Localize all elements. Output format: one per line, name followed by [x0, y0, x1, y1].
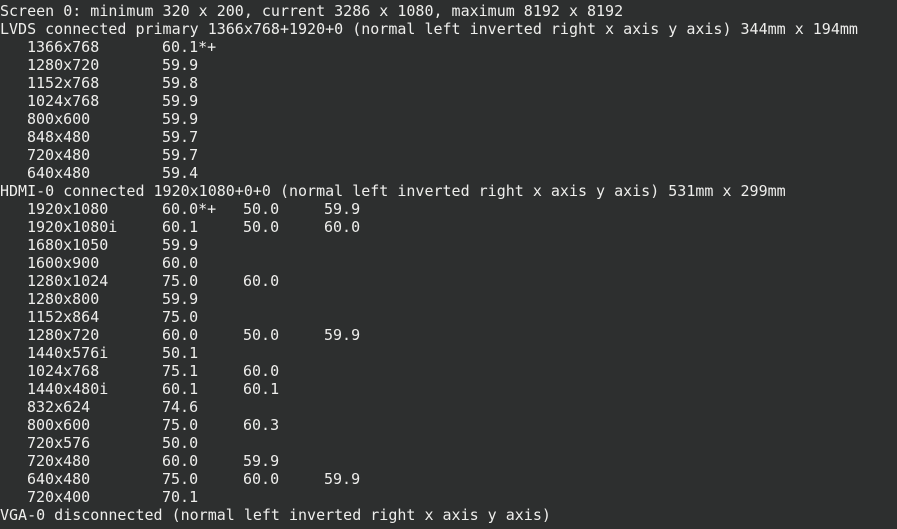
mode-refresh-rate: 60.0 — [162, 452, 199, 470]
mode-row: 1366x768 60.1*+ — [0, 38, 897, 56]
mode-resolution: 720x400 — [27, 488, 91, 506]
mode-refresh-rate: 60.0 — [324, 218, 361, 236]
mode-row: 800x600 75.0 60.3 — [0, 416, 897, 434]
mode-row: 720x480 59.7 — [0, 146, 897, 164]
mode-refresh-rate: 70.1 — [162, 488, 199, 506]
mode-refresh-rate: 59.7 — [162, 146, 199, 164]
mode-refresh-rate: 59.9 — [162, 110, 199, 128]
mode-refresh-rate: 75.0 — [162, 470, 199, 488]
mode-row: 1152x768 59.8 — [0, 74, 897, 92]
mode-row: 1600x900 60.0 — [0, 254, 897, 272]
mode-resolution: 720x576 — [27, 434, 91, 452]
mode-row: 1680x1050 59.9 — [0, 236, 897, 254]
mode-refresh-rate: 59.9 — [162, 92, 199, 110]
mode-refresh-rate: 50.0 — [162, 434, 199, 452]
mode-refresh-rate: 60.1*+ — [162, 38, 217, 56]
mode-refresh-rate: 60.0 — [243, 470, 280, 488]
mode-refresh-rate: 59.9 — [324, 326, 361, 344]
mode-row: 720x400 70.1 — [0, 488, 897, 506]
mode-refresh-rate: 59.9 — [162, 236, 199, 254]
mode-refresh-rate: 60.1 — [162, 380, 199, 398]
mode-refresh-rate: 60.0 — [162, 254, 199, 272]
mode-resolution: 1600x900 — [27, 254, 100, 272]
mode-row: 640x480 59.4 — [0, 164, 897, 182]
mode-refresh-rate: 59.9 — [162, 56, 199, 74]
terminal-window[interactable]: Screen 0: minimum 320 x 200, current 328… — [0, 0, 897, 529]
mode-row: 1280x800 59.9 — [0, 290, 897, 308]
mode-refresh-rate: 60.0 — [243, 362, 280, 380]
mode-refresh-rate: 59.7 — [162, 128, 199, 146]
mode-refresh-rate: 75.0 — [162, 416, 199, 434]
mode-resolution: 1280x800 — [27, 290, 100, 308]
mode-refresh-rate: 75.1 — [162, 362, 199, 380]
output-header-line: HDMI-0 connected 1920x1080+0+0 (normal l… — [0, 182, 786, 200]
mode-resolution: 1024x768 — [27, 362, 100, 380]
mode-resolution: 1280x720 — [27, 56, 100, 74]
mode-refresh-rate: 59.4 — [162, 164, 199, 182]
mode-refresh-rate: 75.0 — [162, 272, 199, 290]
mode-resolution: 1280x720 — [27, 326, 100, 344]
mode-resolution: 1366x768 — [27, 38, 100, 56]
mode-row: 1024x768 59.9 — [0, 92, 897, 110]
mode-refresh-rate: 50.0 — [243, 218, 280, 236]
mode-refresh-rate: 60.1 — [243, 380, 280, 398]
mode-refresh-rate: 60.0*+ — [162, 200, 217, 218]
mode-resolution: 1680x1050 — [27, 236, 109, 254]
mode-row: 1024x768 75.1 60.0 — [0, 362, 897, 380]
mode-row: 1920x1080 60.0*+ 50.0 59.9 — [0, 200, 897, 218]
mode-row: 1280x720 60.0 50.0 59.9 — [0, 326, 897, 344]
mode-row: 1440x576i 50.1 — [0, 344, 897, 362]
mode-refresh-rate: 59.9 — [324, 470, 361, 488]
mode-refresh-rate: 60.3 — [243, 416, 280, 434]
mode-refresh-rate: 74.6 — [162, 398, 199, 416]
mode-resolution: 1152x864 — [27, 308, 100, 326]
mode-row: 832x624 74.6 — [0, 398, 897, 416]
mode-refresh-rate: 50.0 — [243, 200, 280, 218]
mode-resolution: 800x600 — [27, 110, 91, 128]
mode-refresh-rate: 50.1 — [162, 344, 199, 362]
output-list: LVDS connected primary 1366x768+1920+0 (… — [0, 20, 897, 524]
mode-resolution: 1920x1080i — [27, 218, 118, 236]
mode-row: 1440x480i 60.1 60.1 — [0, 380, 897, 398]
mode-resolution: 720x480 — [27, 146, 91, 164]
output-header-line: VGA-0 disconnected (normal left inverted… — [0, 506, 551, 524]
mode-row: 1280x720 59.9 — [0, 56, 897, 74]
mode-refresh-rate: 59.9 — [324, 200, 361, 218]
mode-resolution: 832x624 — [27, 398, 91, 416]
mode-refresh-rate: 60.0 — [162, 326, 199, 344]
mode-row: 1920x1080i 60.1 50.0 60.0 — [0, 218, 897, 236]
mode-resolution: 1440x480i — [27, 380, 109, 398]
mode-row: 800x600 59.9 — [0, 110, 897, 128]
mode-row: 720x576 50.0 — [0, 434, 897, 452]
mode-refresh-rate: 50.0 — [243, 326, 280, 344]
shell-prompt-partial — [0, 524, 897, 529]
mode-row: 1152x864 75.0 — [0, 308, 897, 326]
mode-refresh-rate: 60.1 — [162, 218, 199, 236]
mode-resolution: 1152x768 — [27, 74, 100, 92]
output-header-line: LVDS connected primary 1366x768+1920+0 (… — [0, 20, 858, 38]
mode-refresh-rate: 59.9 — [243, 452, 280, 470]
mode-resolution: 1440x576i — [27, 344, 109, 362]
mode-resolution: 1920x1080 — [27, 200, 109, 218]
mode-resolution: 800x600 — [27, 416, 91, 434]
mode-resolution: 848x480 — [27, 128, 91, 146]
mode-resolution: 1024x768 — [27, 92, 100, 110]
mode-row: 720x480 60.0 59.9 — [0, 452, 897, 470]
mode-resolution: 720x480 — [27, 452, 91, 470]
mode-resolution: 640x480 — [27, 164, 91, 182]
mode-refresh-rate: 59.8 — [162, 74, 199, 92]
mode-row: 848x480 59.7 — [0, 128, 897, 146]
mode-refresh-rate: 59.9 — [162, 290, 199, 308]
screen-info-line: Screen 0: minimum 320 x 200, current 328… — [0, 2, 624, 20]
mode-refresh-rate: 60.0 — [243, 272, 280, 290]
mode-resolution: 640x480 — [27, 470, 91, 488]
mode-row: 640x480 75.0 60.0 59.9 — [0, 470, 897, 488]
mode-resolution: 1280x1024 — [27, 272, 109, 290]
mode-refresh-rate: 75.0 — [162, 308, 199, 326]
mode-row: 1280x1024 75.0 60.0 — [0, 272, 897, 290]
